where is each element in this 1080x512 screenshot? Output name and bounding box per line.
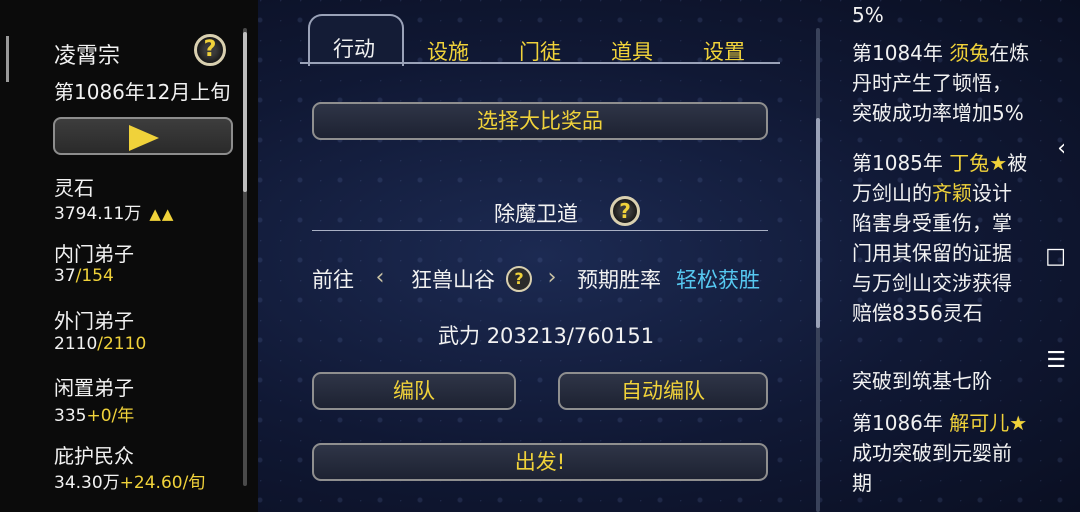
power-readout: 武力 203213/760151 <box>438 324 655 348</box>
left-scrollbar[interactable] <box>243 28 247 486</box>
log-entry-1: 第1084年 须兔在炼 丹时产生了顿悟， 突破成功率增加5% <box>852 41 1030 125</box>
auto-formation-button[interactable]: 自动编队 <box>558 372 768 410</box>
idle-disciples-value: 335+0/年 <box>54 406 135 426</box>
help-icon[interactable]: ? <box>194 34 226 66</box>
outer-disciples-value: 2110/2110 <box>54 334 147 354</box>
sect-name: 凌霄宗 <box>54 44 121 69</box>
spirit-stone-label: 灵石 <box>54 176 94 200</box>
inner-disciples-label: 内门弟子 <box>54 242 134 266</box>
center-scrollbar[interactable] <box>816 28 820 512</box>
outer-disciples-label: 外门弟子 <box>54 309 134 333</box>
mission-title: 除魔卫道 <box>494 202 578 226</box>
back-icon[interactable]: ‹ <box>1057 136 1066 161</box>
next-location-icon[interactable]: › <box>540 266 564 290</box>
log-entry-3: 第1086年 解可儿★ 成功突破到元婴前 期 <box>852 411 1028 495</box>
center-scrollbar-thumb[interactable] <box>816 118 820 328</box>
log-fragment: 5% <box>852 3 884 27</box>
formation-button[interactable]: 编队 <box>312 372 516 410</box>
tab-items[interactable]: 道具 <box>602 36 662 66</box>
tab-disciples[interactable]: 门徒 <box>510 36 570 66</box>
location-name: 狂兽山谷 <box>411 268 495 292</box>
play-icon <box>129 125 159 151</box>
spirit-stone-value: 3794.11万 ▲▲ <box>54 204 175 224</box>
left-scrollbar-thumb[interactable] <box>243 32 247 192</box>
left-panel: 凌霄宗 ? 第1086年12月上旬 灵石 3794.11万 ▲▲ 内门弟子 37/… <box>0 0 258 512</box>
idle-disciples-label: 闲置弟子 <box>54 376 134 400</box>
location-help-icon[interactable]: ? <box>506 266 532 292</box>
inner-disciples-value: 37/154 <box>54 266 114 286</box>
left-edge-bar <box>6 36 9 82</box>
increase-arrows-icon: ▲▲ <box>149 205 175 223</box>
advance-time-button[interactable] <box>53 117 233 155</box>
select-prize-button[interactable]: 选择大比奖品 <box>312 102 768 140</box>
win-rate-label: 预期胜率 <box>577 268 661 292</box>
tab-settings[interactable]: 设置 <box>694 36 754 66</box>
win-rate-value: 轻松获胜 <box>676 268 760 292</box>
square-icon[interactable]: □ <box>1045 244 1066 269</box>
prev-location-icon[interactable]: ‹ <box>368 266 392 290</box>
mission-help-icon[interactable]: ? <box>610 196 640 226</box>
tab-facilities[interactable]: 设施 <box>418 36 478 66</box>
divider <box>312 230 768 231</box>
log-entry-2: 第1085年 丁兔★被 万剑山的齐颖设计 陷害身受重伤，掌 门用其保留的证据 与… <box>852 151 1028 325</box>
protected-people-label: 庇护民众 <box>54 444 134 468</box>
menu-icon[interactable]: ☰ <box>1046 348 1066 373</box>
log-entry-2b: 突破到筑基七阶 <box>852 369 992 393</box>
goto-label: 前往 <box>312 268 354 292</box>
game-date: 第1086年12月上旬 <box>54 80 231 104</box>
depart-button[interactable]: 出发! <box>312 443 768 481</box>
protected-people-value: 34.30万+24.60/旬 <box>54 473 206 493</box>
tab-action[interactable]: 行动 <box>322 33 386 63</box>
